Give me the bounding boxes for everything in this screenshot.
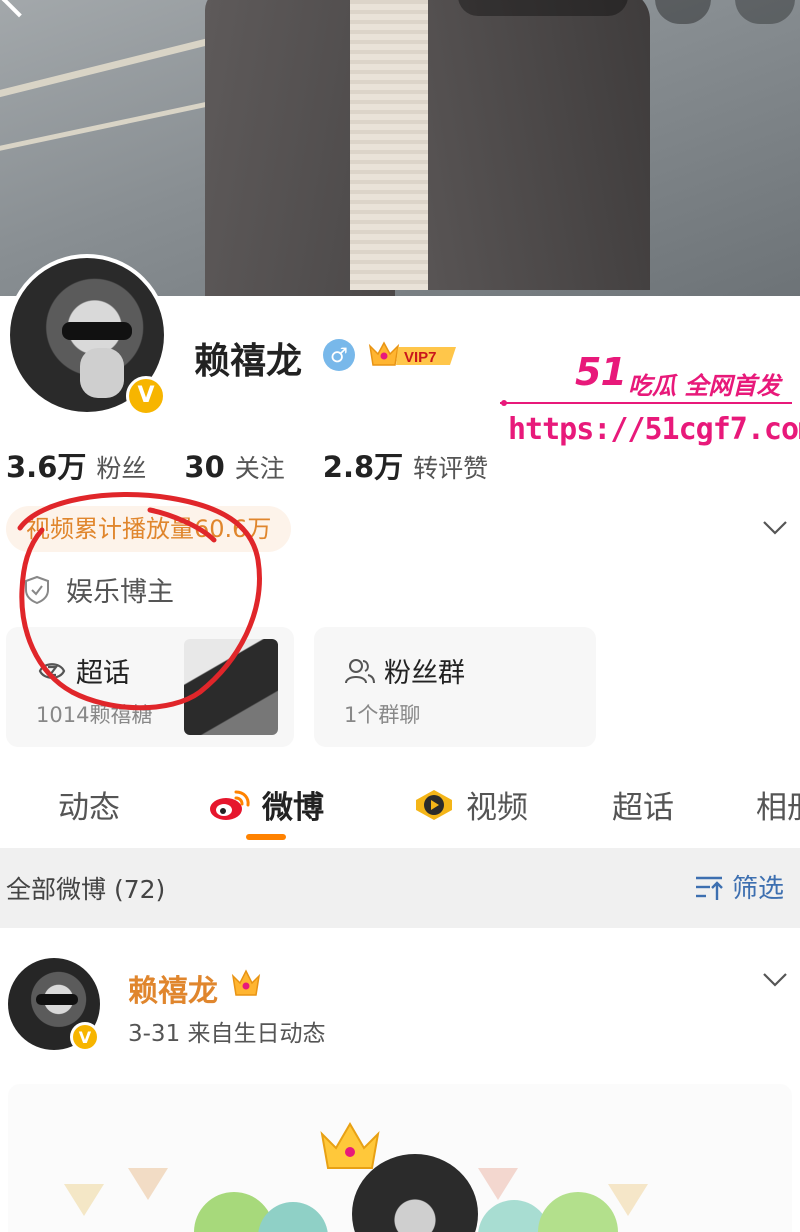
filter-button[interactable]: 筛选 — [694, 868, 784, 905]
fan-group-title: 粉丝群 — [344, 651, 465, 690]
bunting-flag — [608, 1184, 648, 1216]
verified-v-icon: V — [126, 376, 166, 416]
profile-name: 赖禧龙 — [194, 341, 303, 382]
post-meta: 3-31 来自生日动态 — [128, 1021, 326, 1047]
post-author-name[interactable]: 赖禧龙 — [128, 966, 218, 1010]
stat-label: 关注 — [234, 454, 285, 483]
top-action-pill[interactable] — [458, 0, 628, 16]
avatar-hand — [80, 348, 124, 398]
supertopic-card[interactable]: 超话 1014颗禧糖 — [6, 627, 294, 747]
tab-label: 相册 — [756, 790, 800, 826]
video-play-icon — [416, 789, 452, 820]
crown-icon — [320, 1122, 380, 1169]
tab-video[interactable]: 视频 — [412, 782, 528, 827]
supertopic-icon — [38, 662, 66, 679]
chevron-down-icon[interactable] — [762, 966, 788, 992]
watermark-brand-number: 51 — [575, 350, 627, 394]
tab-label: 视频 — [466, 790, 528, 826]
supertopic-count: 1014颗禧糖 — [36, 703, 153, 727]
stat-number: 3.6万 — [6, 450, 87, 484]
crown-icon — [231, 969, 261, 996]
tab-label: 动态 — [58, 790, 120, 826]
filter-bar: 全部微博 (72) 筛选 — [0, 848, 800, 928]
bunting-flag — [478, 1168, 518, 1200]
cover-sweater — [350, 0, 428, 290]
tab-weibo[interactable]: 微博 — [208, 782, 324, 827]
fan-group-count: 1个群聊 — [344, 703, 421, 727]
filter-icon — [696, 876, 723, 900]
stat-label: 粉丝 — [96, 454, 147, 483]
bunting-flag — [64, 1184, 104, 1216]
watermark-url: https://51cgf7.com — [508, 412, 800, 447]
role-tag: 娱乐博主 — [24, 570, 174, 609]
chevron-down-icon[interactable] — [762, 514, 788, 540]
avatar-glasses — [62, 322, 132, 340]
all-weibo-count[interactable]: 全部微博 (72) — [6, 870, 165, 906]
tab-album[interactable]: 相册 — [756, 782, 800, 827]
video-play-count-chip[interactable]: 视频累计播放量60.6万 — [6, 506, 292, 552]
birthday-card-image[interactable] — [8, 1084, 792, 1232]
verified-v-icon: V — [70, 1022, 100, 1052]
supertopic-thumbnail — [184, 639, 278, 735]
shield-icon — [25, 575, 49, 604]
watermark-circuit-line — [500, 400, 792, 406]
supertopic-label: 超话 — [76, 658, 130, 689]
tab-dynamics[interactable]: 动态 — [58, 782, 120, 827]
avatar-glasses — [36, 994, 78, 1005]
bunting-flag — [128, 1168, 168, 1200]
vip-crown-icon[interactable]: VIP7 — [366, 338, 460, 370]
stat-number: 2.8万 — [322, 450, 404, 484]
stat-number: 30 — [184, 450, 225, 484]
balloon — [258, 1202, 328, 1232]
weibo-logo-icon — [210, 790, 250, 820]
stat-following[interactable]: 30 关注 — [184, 449, 284, 485]
profile-stats: 3.6万 粉丝 30 关注 2.8万 转评赞 — [6, 444, 526, 486]
gender-male-icon: ♂ — [323, 339, 355, 371]
watermark-brand-text: 吃瓜 全网首发 — [628, 372, 781, 400]
tab-supertopic[interactable]: 超话 — [612, 782, 674, 827]
vip-label: VIP7 — [404, 349, 437, 366]
fan-group-label: 粉丝群 — [384, 658, 465, 689]
role-label: 娱乐博主 — [66, 577, 174, 608]
profile-cover-photo[interactable] — [0, 0, 800, 296]
profile-tabs: 动态 微博 视频 超话 相册 — [0, 770, 800, 846]
filter-label: 筛选 — [732, 874, 785, 904]
balloon — [538, 1192, 618, 1232]
stat-followers[interactable]: 3.6万 粉丝 — [6, 444, 146, 486]
cover-jacket-right — [410, 0, 650, 290]
stat-label: 转评赞 — [413, 454, 489, 483]
fan-group-card[interactable]: 粉丝群 1个群聊 — [314, 627, 596, 747]
supertopic-title: 超话 — [36, 651, 130, 690]
fan-group-icon — [345, 658, 375, 683]
tab-label: 微博 — [262, 790, 324, 826]
active-tab-indicator — [246, 834, 286, 840]
tab-label: 超话 — [612, 790, 674, 826]
stat-interactions[interactable]: 2.8万 转评赞 — [323, 444, 488, 486]
